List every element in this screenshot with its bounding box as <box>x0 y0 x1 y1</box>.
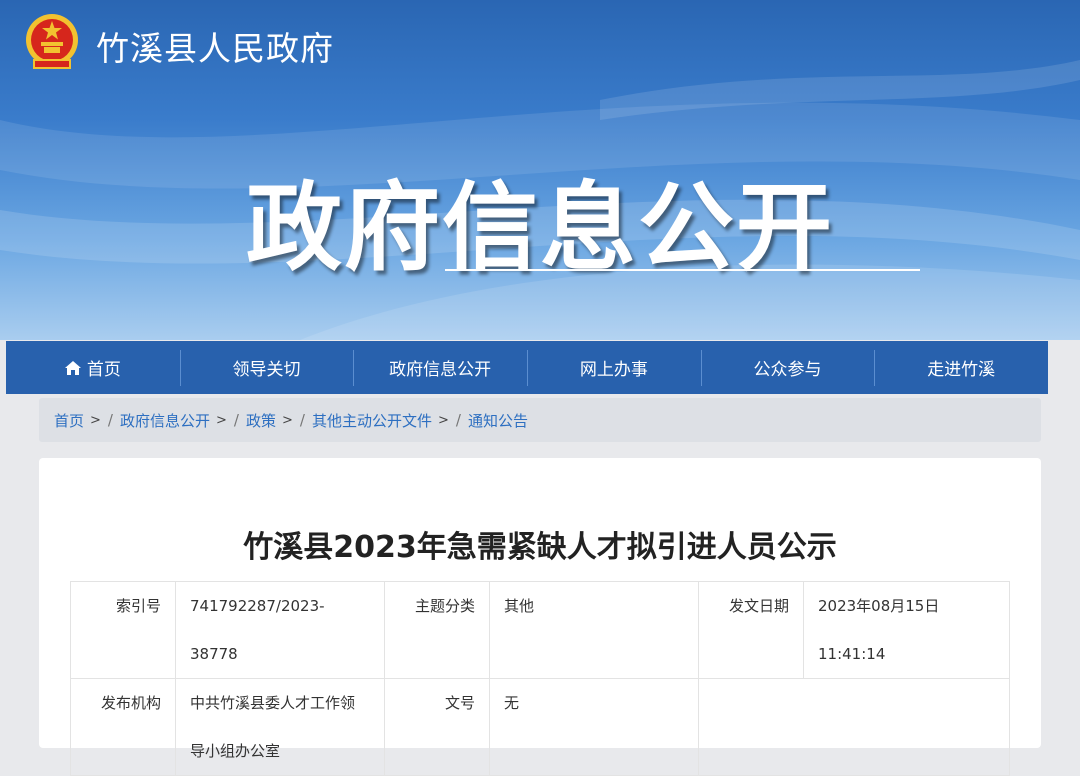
header-banner: 竹溪县人民政府 政府信息公开 <box>0 0 1080 340</box>
nav-item-online-services[interactable]: 网上办事 <box>527 341 701 394</box>
nav-item-label: 公众参与 <box>753 360 822 380</box>
nav-item-label: 领导关切 <box>232 360 301 380</box>
index-label: 索引号 <box>70 581 176 679</box>
breadcrumb-separator: > <box>216 412 227 428</box>
publisher-value: 中共竹溪县委人才工作领 导小组办公室 <box>175 678 385 776</box>
site-name[interactable]: 竹溪县人民政府 <box>96 22 334 70</box>
breadcrumb-item-gov-info[interactable]: 政府信息公开 <box>120 410 210 431</box>
publisher-line: 导小组办公室 <box>190 742 281 760</box>
index-value: 741792287/2023-38778 <box>175 581 385 679</box>
article-meta-table: 索引号 741792287/2023-38778 主题分类 其他 发文日期 20… <box>70 581 1010 776</box>
nav-item-label: 走进竹溪 <box>927 360 996 380</box>
nav-item-label: 政府信息公开 <box>389 360 492 380</box>
article-title: 竹溪县2023年急需紧缺人才拟引进人员公示 <box>243 530 837 565</box>
nav-item-label: 首页 <box>86 360 121 380</box>
nav-item-leadership[interactable]: 领导关切 <box>179 341 354 394</box>
table-row: 索引号 741792287/2023-38778 主题分类 其他 发文日期 20… <box>70 581 1010 679</box>
breadcrumb-divider: / <box>233 411 239 429</box>
nav-item-about-zhuxi[interactable]: 走进竹溪 <box>874 341 1048 394</box>
table-row: 发布机构 中共竹溪县委人才工作领 导小组办公室 文号 无 <box>70 678 1010 776</box>
nav-item-public-participation[interactable]: 公众参与 <box>700 341 875 394</box>
breadcrumb-divider: / <box>107 411 113 429</box>
breadcrumb-separator: > <box>437 412 449 428</box>
breadcrumb-divider: / <box>455 411 461 429</box>
date-value: 2023年08月15日 11:41:14 <box>803 581 1010 679</box>
docno-label: 文号 <box>384 678 490 776</box>
breadcrumb-separator: > <box>90 412 101 428</box>
home-icon <box>64 360 81 375</box>
national-emblem-icon[interactable] <box>24 12 80 72</box>
nav-item-gov-info[interactable]: 政府信息公开 <box>353 341 527 394</box>
publisher-line: 中共竹溪县委人才工作领 <box>190 694 356 712</box>
category-value: 其他 <box>489 581 699 679</box>
nav-item-label: 网上办事 <box>579 360 648 380</box>
category-label: 主题分类 <box>384 581 490 679</box>
breadcrumb-item-other-files[interactable]: 其他主动公开文件 <box>312 410 432 431</box>
main-nav: 首页 领导关切 政府信息公开 网上办事 公众参与 走进竹溪 <box>6 341 1048 394</box>
breadcrumb: 首页 > / 政府信息公开 > / 政策 > / 其他主动公开文件 > / 通知… <box>39 398 1041 442</box>
breadcrumb-separator: > <box>281 412 293 428</box>
empty-cell <box>698 678 1010 776</box>
breadcrumb-item-notices[interactable]: 通知公告 <box>468 410 528 431</box>
publisher-label: 发布机构 <box>70 678 176 776</box>
nav-item-home[interactable]: 首页 <box>6 341 180 394</box>
breadcrumb-divider: / <box>299 411 305 429</box>
breadcrumb-item-policy[interactable]: 政策 <box>246 410 276 431</box>
hero-underline <box>445 269 920 271</box>
breadcrumb-item-home[interactable]: 首页 <box>54 410 84 431</box>
date-label: 发文日期 <box>698 581 804 679</box>
docno-value: 无 <box>489 678 699 776</box>
